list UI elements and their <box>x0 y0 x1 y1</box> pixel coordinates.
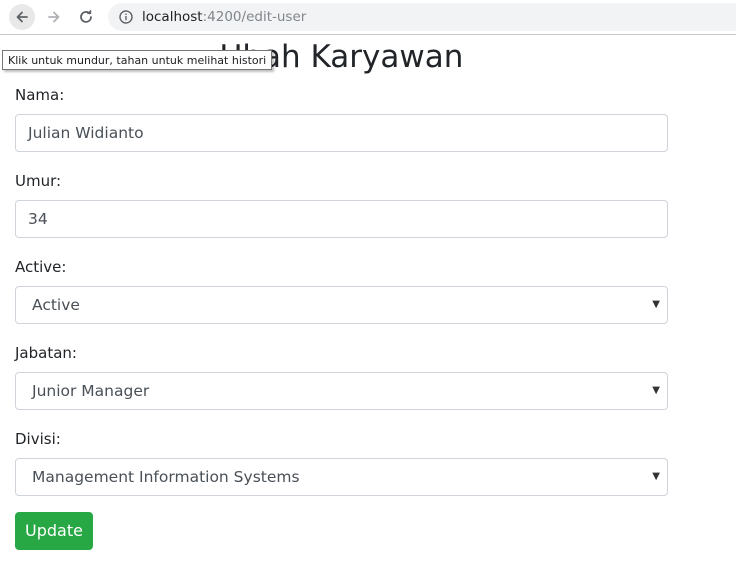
forward-button[interactable] <box>41 4 67 30</box>
caret-down-icon: ▼ <box>652 385 660 396</box>
divisi-value: Management Information Systems <box>32 468 300 486</box>
caret-down-icon: ▼ <box>652 471 660 482</box>
caret-down-icon: ▼ <box>652 299 660 310</box>
url-path: :4200/edit-user <box>202 9 307 25</box>
jabatan-value: Junior Manager <box>32 382 150 400</box>
nama-input[interactable]: Julian Widianto <box>15 114 668 152</box>
divisi-select[interactable]: Management Information Systems ▼ <box>15 458 668 496</box>
active-label: Active: <box>15 258 67 276</box>
browser-toolbar: localhost:4200/edit-user <box>0 0 736 35</box>
arrow-left-icon <box>16 11 28 23</box>
umur-label: Umur: <box>15 172 62 190</box>
url-text: localhost:4200/edit-user <box>142 8 306 26</box>
arrow-right-icon <box>48 11 60 23</box>
active-value: Active <box>32 296 80 314</box>
reload-button[interactable] <box>73 4 99 30</box>
back-tooltip: Klik untuk mundur, tahan untuk melihat h… <box>2 50 273 70</box>
active-select[interactable]: Active ▼ <box>15 286 668 324</box>
umur-value: 34 <box>28 210 48 228</box>
jabatan-select[interactable]: Junior Manager ▼ <box>15 372 668 410</box>
back-button[interactable] <box>9 4 35 30</box>
info-icon[interactable] <box>119 10 133 24</box>
update-button[interactable]: Update <box>15 512 93 550</box>
nama-value: Julian Widianto <box>28 124 144 142</box>
umur-input[interactable]: 34 <box>15 200 668 238</box>
url-host: localhost <box>142 9 203 25</box>
address-bar[interactable]: localhost:4200/edit-user <box>108 3 736 31</box>
divisi-label: Divisi: <box>15 430 61 448</box>
nama-label: Nama: <box>15 86 65 104</box>
reload-icon <box>80 9 92 23</box>
jabatan-label: Jabatan: <box>15 344 77 362</box>
